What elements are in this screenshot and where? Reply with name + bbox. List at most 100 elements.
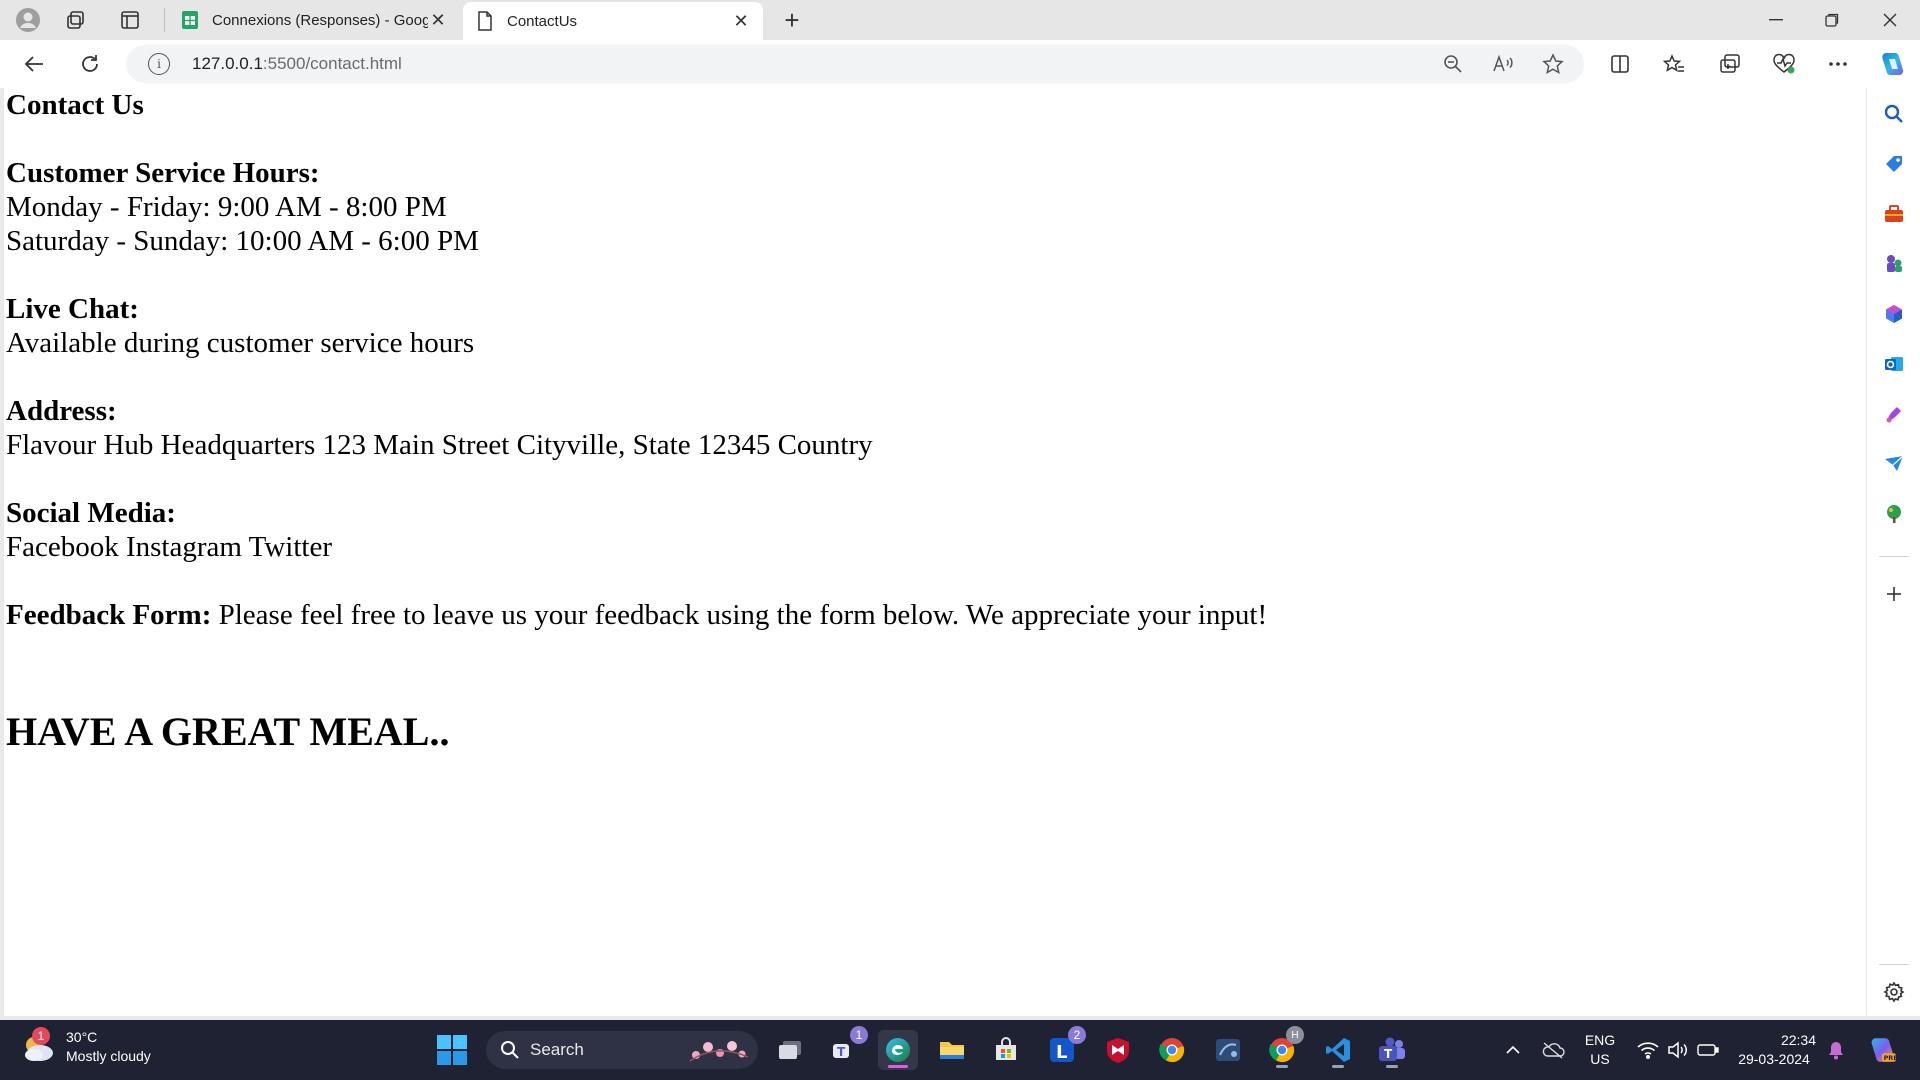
- microsoft-365-icon[interactable]: [1867, 294, 1920, 334]
- teams-icon[interactable]: T: [1372, 1030, 1412, 1070]
- l-app-badge: 2: [1068, 1026, 1086, 1044]
- chrome-icon[interactable]: [1152, 1030, 1192, 1070]
- search-icon[interactable]: [1867, 94, 1920, 134]
- tab-title: ContactUs: [507, 12, 578, 30]
- copilot-taskbar-icon[interactable]: PRE: [1862, 1020, 1902, 1080]
- taskbar-search[interactable]: Search: [486, 1031, 758, 1069]
- hours-section: Customer Service Hours: Monday - Friday:…: [6, 156, 1866, 258]
- svg-text:L: L: [1056, 1042, 1067, 1063]
- send-icon[interactable]: [1867, 444, 1920, 484]
- social-text: Facebook Instagram Twitter: [6, 531, 333, 563]
- tab-actions-icon[interactable]: [108, 0, 152, 40]
- windows-start-icon[interactable]: [436, 1034, 468, 1066]
- settings-gear-icon[interactable]: [1867, 972, 1920, 1012]
- social-label: Social Media:: [6, 497, 176, 529]
- social-section: Social Media: Facebook Instagram Twitter: [6, 496, 1866, 564]
- edge-sidebar: [1866, 88, 1920, 1016]
- back-icon[interactable]: [14, 44, 54, 84]
- live-chat-section: Live Chat: Available during customer ser…: [6, 292, 1866, 360]
- search-label: Search: [530, 1040, 584, 1059]
- task-view-icon[interactable]: [770, 1030, 810, 1070]
- tools-icon[interactable]: [1867, 194, 1920, 234]
- address-label: Address:: [6, 395, 117, 427]
- show-hidden-icons-chevron-icon[interactable]: [1496, 1020, 1530, 1080]
- tab-title: Connexions (Responses) - Google: [212, 11, 428, 29]
- live-chat-label: Live Chat:: [6, 293, 139, 325]
- designer-icon[interactable]: [1867, 394, 1920, 434]
- feedback-text: Please feel free to leave us your feedba…: [211, 599, 1268, 631]
- live-chat-text: Available during customer service hours: [6, 327, 475, 359]
- close-tab-icon[interactable]: ✕: [428, 10, 448, 31]
- hours-weekday: Monday - Friday: 9:00 AM - 8:00 PM: [6, 191, 447, 223]
- tree-icon[interactable]: [1867, 494, 1920, 534]
- mcafee-icon[interactable]: [1098, 1030, 1138, 1070]
- zoom-out-icon[interactable]: [1434, 45, 1472, 83]
- site-info-icon[interactable]: i: [148, 53, 170, 75]
- svg-text:PRE: PRE: [1884, 1054, 1897, 1062]
- page-icon: [475, 11, 495, 31]
- read-aloud-icon[interactable]: [1484, 45, 1522, 83]
- weather-temp: 30°C: [66, 1029, 98, 1045]
- running-indicator: [1276, 1065, 1288, 1068]
- notification-bell-icon[interactable]: [1822, 1020, 1850, 1080]
- weather-widget[interactable]: 1 30°C Mostly cloudy: [20, 1027, 151, 1066]
- feedback-label: Feedback Form:: [6, 599, 212, 631]
- contact-page: Contact Us Customer Service Hours: Monda…: [4, 88, 1866, 756]
- hours-weekend: Saturday - Sunday: 10:00 AM - 6:00 PM: [6, 225, 479, 257]
- svg-text:T: T: [837, 1045, 846, 1059]
- vscode-icon[interactable]: [1318, 1030, 1358, 1070]
- url-text[interactable]: 127.0.0.1:5500/contact.html: [192, 54, 402, 74]
- favorite-star-icon[interactable]: [1534, 45, 1572, 83]
- profile-icon[interactable]: [6, 0, 50, 40]
- weather-condition: Mostly cloudy: [66, 1048, 151, 1064]
- minimize-icon[interactable]: [1748, 0, 1804, 40]
- sidebar-divider: [1879, 556, 1909, 557]
- page-title: Contact Us: [6, 89, 144, 121]
- volume-icon[interactable]: [1664, 1020, 1692, 1080]
- refresh-icon[interactable]: [70, 44, 110, 84]
- chrome-profile-badge: H: [1286, 1026, 1304, 1044]
- svg-text:T: T: [1384, 1047, 1393, 1061]
- mysql-workbench-icon[interactable]: [1208, 1030, 1248, 1070]
- address-section: Address: Flavour Hub Headquarters 123 Ma…: [6, 394, 1866, 462]
- chrome-profile-icon[interactable]: H: [1262, 1026, 1304, 1070]
- l-app-icon[interactable]: L 2: [1042, 1026, 1086, 1070]
- tab-contactus[interactable]: ContactUs ✕: [463, 2, 763, 40]
- weather-cloud-icon: 1: [20, 1027, 56, 1065]
- workspaces-icon[interactable]: [54, 0, 98, 40]
- outlook-icon[interactable]: [1867, 344, 1920, 384]
- system-clock[interactable]: 22:34 29-03-2024: [1732, 1020, 1816, 1080]
- page-viewport: Contact Us Customer Service Hours: Monda…: [4, 88, 1866, 1016]
- battery-icon[interactable]: [1694, 1020, 1722, 1080]
- add-icon[interactable]: [1867, 574, 1920, 614]
- teams-chat-icon[interactable]: T 1: [824, 1026, 868, 1070]
- collections-icon[interactable]: [1710, 44, 1750, 84]
- copilot-icon[interactable]: [1872, 44, 1912, 84]
- address-text: Flavour Hub Headquarters 123 Main Street…: [6, 429, 873, 461]
- microsoft-store-icon[interactable]: [986, 1030, 1026, 1070]
- search-icon: [500, 1040, 520, 1060]
- address-bar[interactable]: i 127.0.0.1:5500/contact.html: [126, 45, 1584, 83]
- favorites-icon[interactable]: [1654, 44, 1694, 84]
- wifi-icon[interactable]: [1634, 1020, 1662, 1080]
- games-icon[interactable]: [1867, 244, 1920, 284]
- browser-essentials-icon[interactable]: [1764, 44, 1804, 84]
- new-tab-button[interactable]: +: [774, 2, 810, 38]
- edge-browser-icon[interactable]: [878, 1030, 918, 1070]
- close-tab-icon[interactable]: ✕: [731, 11, 751, 32]
- restore-icon[interactable]: [1804, 0, 1860, 40]
- running-indicator: [1332, 1065, 1344, 1068]
- split-screen-icon[interactable]: [1600, 44, 1640, 84]
- tab-connexions[interactable]: Connexions (Responses) - Google ✕: [168, 2, 460, 38]
- onedrive-offline-icon[interactable]: [1536, 1020, 1570, 1080]
- tab-separator: [164, 8, 165, 32]
- close-window-icon[interactable]: [1862, 0, 1918, 40]
- language-indicator[interactable]: ENG US: [1578, 1020, 1622, 1080]
- file-explorer-icon[interactable]: [932, 1030, 972, 1070]
- sidebar-divider: [1879, 964, 1909, 965]
- more-options-icon[interactable]: [1818, 44, 1858, 84]
- weather-badge: 1: [32, 1027, 50, 1045]
- active-indicator: [888, 1065, 908, 1068]
- shopping-tag-icon[interactable]: [1867, 144, 1920, 184]
- hours-label: Customer Service Hours:: [6, 157, 320, 189]
